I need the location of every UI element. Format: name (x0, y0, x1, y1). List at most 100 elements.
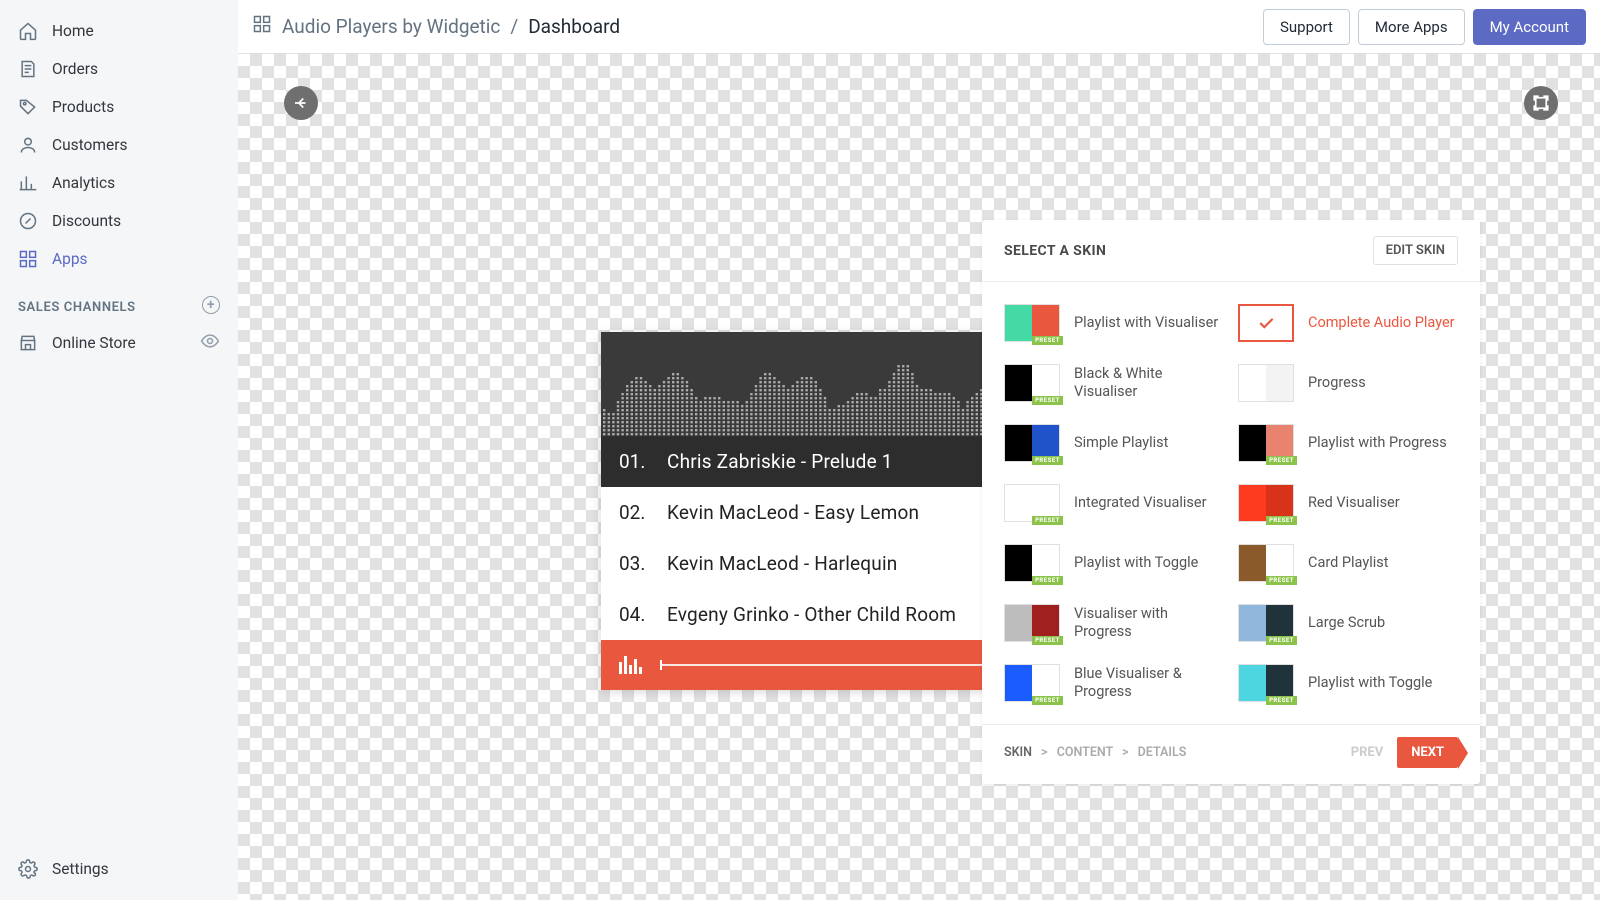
step-details[interactable]: DETAILS (1138, 745, 1187, 760)
skin-option[interactable]: PRESET Playlist with Toggle (1238, 664, 1458, 702)
preset-badge: PRESET (1266, 636, 1297, 645)
preset-badge: PRESET (1032, 516, 1063, 525)
sidebar-item-label: Orders (52, 60, 98, 78)
sidebar-item-label: Customers (52, 136, 127, 154)
back-button[interactable] (284, 86, 318, 120)
step-content[interactable]: CONTENT (1057, 745, 1113, 760)
analytics-icon (18, 173, 38, 193)
sidebar-item-label: Products (52, 98, 114, 116)
skin-swatch: PRESET (1238, 484, 1294, 522)
more-apps-button[interactable]: More Apps (1358, 9, 1465, 45)
sidebar-item-online-store[interactable]: Online Store (0, 322, 238, 364)
skin-label: Progress (1308, 374, 1366, 392)
equalizer-icon (619, 656, 642, 674)
sidebar-item-discounts[interactable]: Discounts (0, 202, 238, 240)
check-icon (1238, 304, 1294, 342)
sidebar-item-analytics[interactable]: Analytics (0, 164, 238, 202)
skin-label: Playlist with Toggle (1308, 674, 1432, 692)
skin-label: Playlist with Visualiser (1074, 314, 1218, 332)
skin-label: Red Visualiser (1308, 494, 1400, 512)
breadcrumb: Audio Players by Widgetic / Dashboard (252, 14, 620, 39)
skin-option[interactable]: PRESET Card Playlist (1238, 544, 1458, 582)
skin-swatch: PRESET (1238, 544, 1294, 582)
breadcrumb-app[interactable]: Audio Players by Widgetic (282, 15, 500, 38)
next-button[interactable]: NEXT (1397, 737, 1458, 768)
skin-option[interactable]: PRESET Integrated Visualiser (1004, 484, 1224, 522)
top-bar: Audio Players by Widgetic / Dashboard Su… (238, 0, 1600, 54)
sidebar-item-label: Home (52, 22, 94, 40)
add-channel-icon[interactable]: + (202, 296, 220, 314)
skin-option[interactable]: PRESET Playlist with Toggle (1004, 544, 1224, 582)
skin-panel: SELECT A SKIN EDIT SKIN PRESET Playlist w… (982, 220, 1480, 784)
skin-swatch: PRESET (1238, 664, 1294, 702)
sidebar-item-label: Apps (52, 250, 88, 268)
fit-screen-button[interactable] (1524, 86, 1558, 120)
sidebar-item-orders[interactable]: Orders (0, 50, 238, 88)
home-icon (18, 21, 38, 41)
step-skin[interactable]: SKIN (1004, 745, 1032, 760)
tag-icon (18, 97, 38, 117)
preset-badge: PRESET (1032, 636, 1063, 645)
track-title: Evgeny Grinko - Other Child Room (667, 603, 992, 626)
skin-label: Playlist with Toggle (1074, 554, 1198, 572)
skin-option[interactable]: PRESET Blue Visualiser & Progress (1004, 664, 1224, 702)
my-account-button[interactable]: My Account (1473, 9, 1586, 45)
skin-swatch: PRESET (1004, 304, 1060, 342)
preset-badge: PRESET (1266, 516, 1297, 525)
skin-label: Card Playlist (1308, 554, 1388, 572)
view-store-icon[interactable] (200, 331, 220, 355)
skin-option[interactable]: PRESET Red Visualiser (1238, 484, 1458, 522)
support-button[interactable]: Support (1263, 9, 1350, 45)
edit-skin-button[interactable]: EDIT SKIN (1373, 236, 1458, 265)
track-number: 01. (619, 450, 655, 473)
apps-icon (252, 14, 272, 39)
skin-option[interactable]: PRESET Playlist with Visualiser (1004, 304, 1224, 342)
skin-label: Blue Visualiser & Progress (1074, 665, 1224, 701)
preset-badge: PRESET (1266, 456, 1297, 465)
skin-label: Playlist with Progress (1308, 434, 1447, 452)
skin-option[interactable]: PRESET Visualiser with Progress (1004, 604, 1224, 642)
track-title: Kevin MacLeod - Easy Lemon (667, 501, 992, 524)
editor-canvas: 01.Chris Zabriskie - Prelude 1-00:0002.K… (238, 54, 1600, 900)
panel-footer: SKIN > CONTENT > DETAILS PREV NEXT (982, 724, 1480, 784)
skin-option[interactable]: PRESET Simple Playlist (1004, 424, 1224, 462)
skin-label: Visualiser with Progress (1074, 605, 1224, 641)
skin-option[interactable]: Progress (1238, 364, 1458, 402)
online-store-label: Online Store (52, 334, 136, 352)
skin-label: Integrated Visualiser (1074, 494, 1207, 512)
sales-channels-header: SALES CHANNELS + (0, 278, 238, 322)
sidebar-item-label: Discounts (52, 212, 121, 230)
skin-swatch: PRESET (1004, 544, 1060, 582)
skin-option[interactable]: Complete Audio Player (1238, 304, 1458, 342)
sidebar-item-products[interactable]: Products (0, 88, 238, 126)
user-icon (18, 135, 38, 155)
sidebar-item-home[interactable]: Home (0, 12, 238, 50)
skin-grid: PRESET Playlist with Visualiser Complete A… (982, 282, 1480, 724)
track-number: 02. (619, 501, 655, 524)
breadcrumb-current: Dashboard (528, 15, 620, 38)
preset-badge: PRESET (1032, 396, 1063, 405)
skin-swatch: PRESET (1238, 604, 1294, 642)
prev-button: PREV (1351, 745, 1384, 760)
skin-swatch: PRESET (1004, 424, 1060, 462)
discount-icon (18, 211, 38, 231)
skin-option[interactable]: PRESET Large Scrub (1238, 604, 1458, 642)
preset-badge: PRESET (1032, 696, 1063, 705)
skin-option[interactable]: PRESETBlack & White Visualiser (1004, 364, 1224, 402)
settings-label: Settings (52, 860, 109, 878)
skin-label: Simple Playlist (1074, 434, 1168, 452)
skin-swatch: PRESET (1004, 364, 1060, 402)
skin-option[interactable]: PRESET Playlist with Progress (1238, 424, 1458, 462)
preset-badge: PRESET (1266, 696, 1297, 705)
sidebar-item-customers[interactable]: Customers (0, 126, 238, 164)
skin-swatch: PRESET (1004, 604, 1060, 642)
skin-label: Complete Audio Player (1308, 314, 1455, 332)
skin-swatch (1238, 364, 1294, 402)
skin-swatch: PRESET (1004, 664, 1060, 702)
sidebar-item-apps[interactable]: Apps (0, 240, 238, 278)
panel-title: SELECT A SKIN (1004, 243, 1106, 259)
orders-icon (18, 59, 38, 79)
skin-label: Large Scrub (1308, 614, 1385, 632)
skin-swatch: PRESET (1238, 424, 1294, 462)
sidebar-item-settings[interactable]: Settings (0, 850, 238, 888)
